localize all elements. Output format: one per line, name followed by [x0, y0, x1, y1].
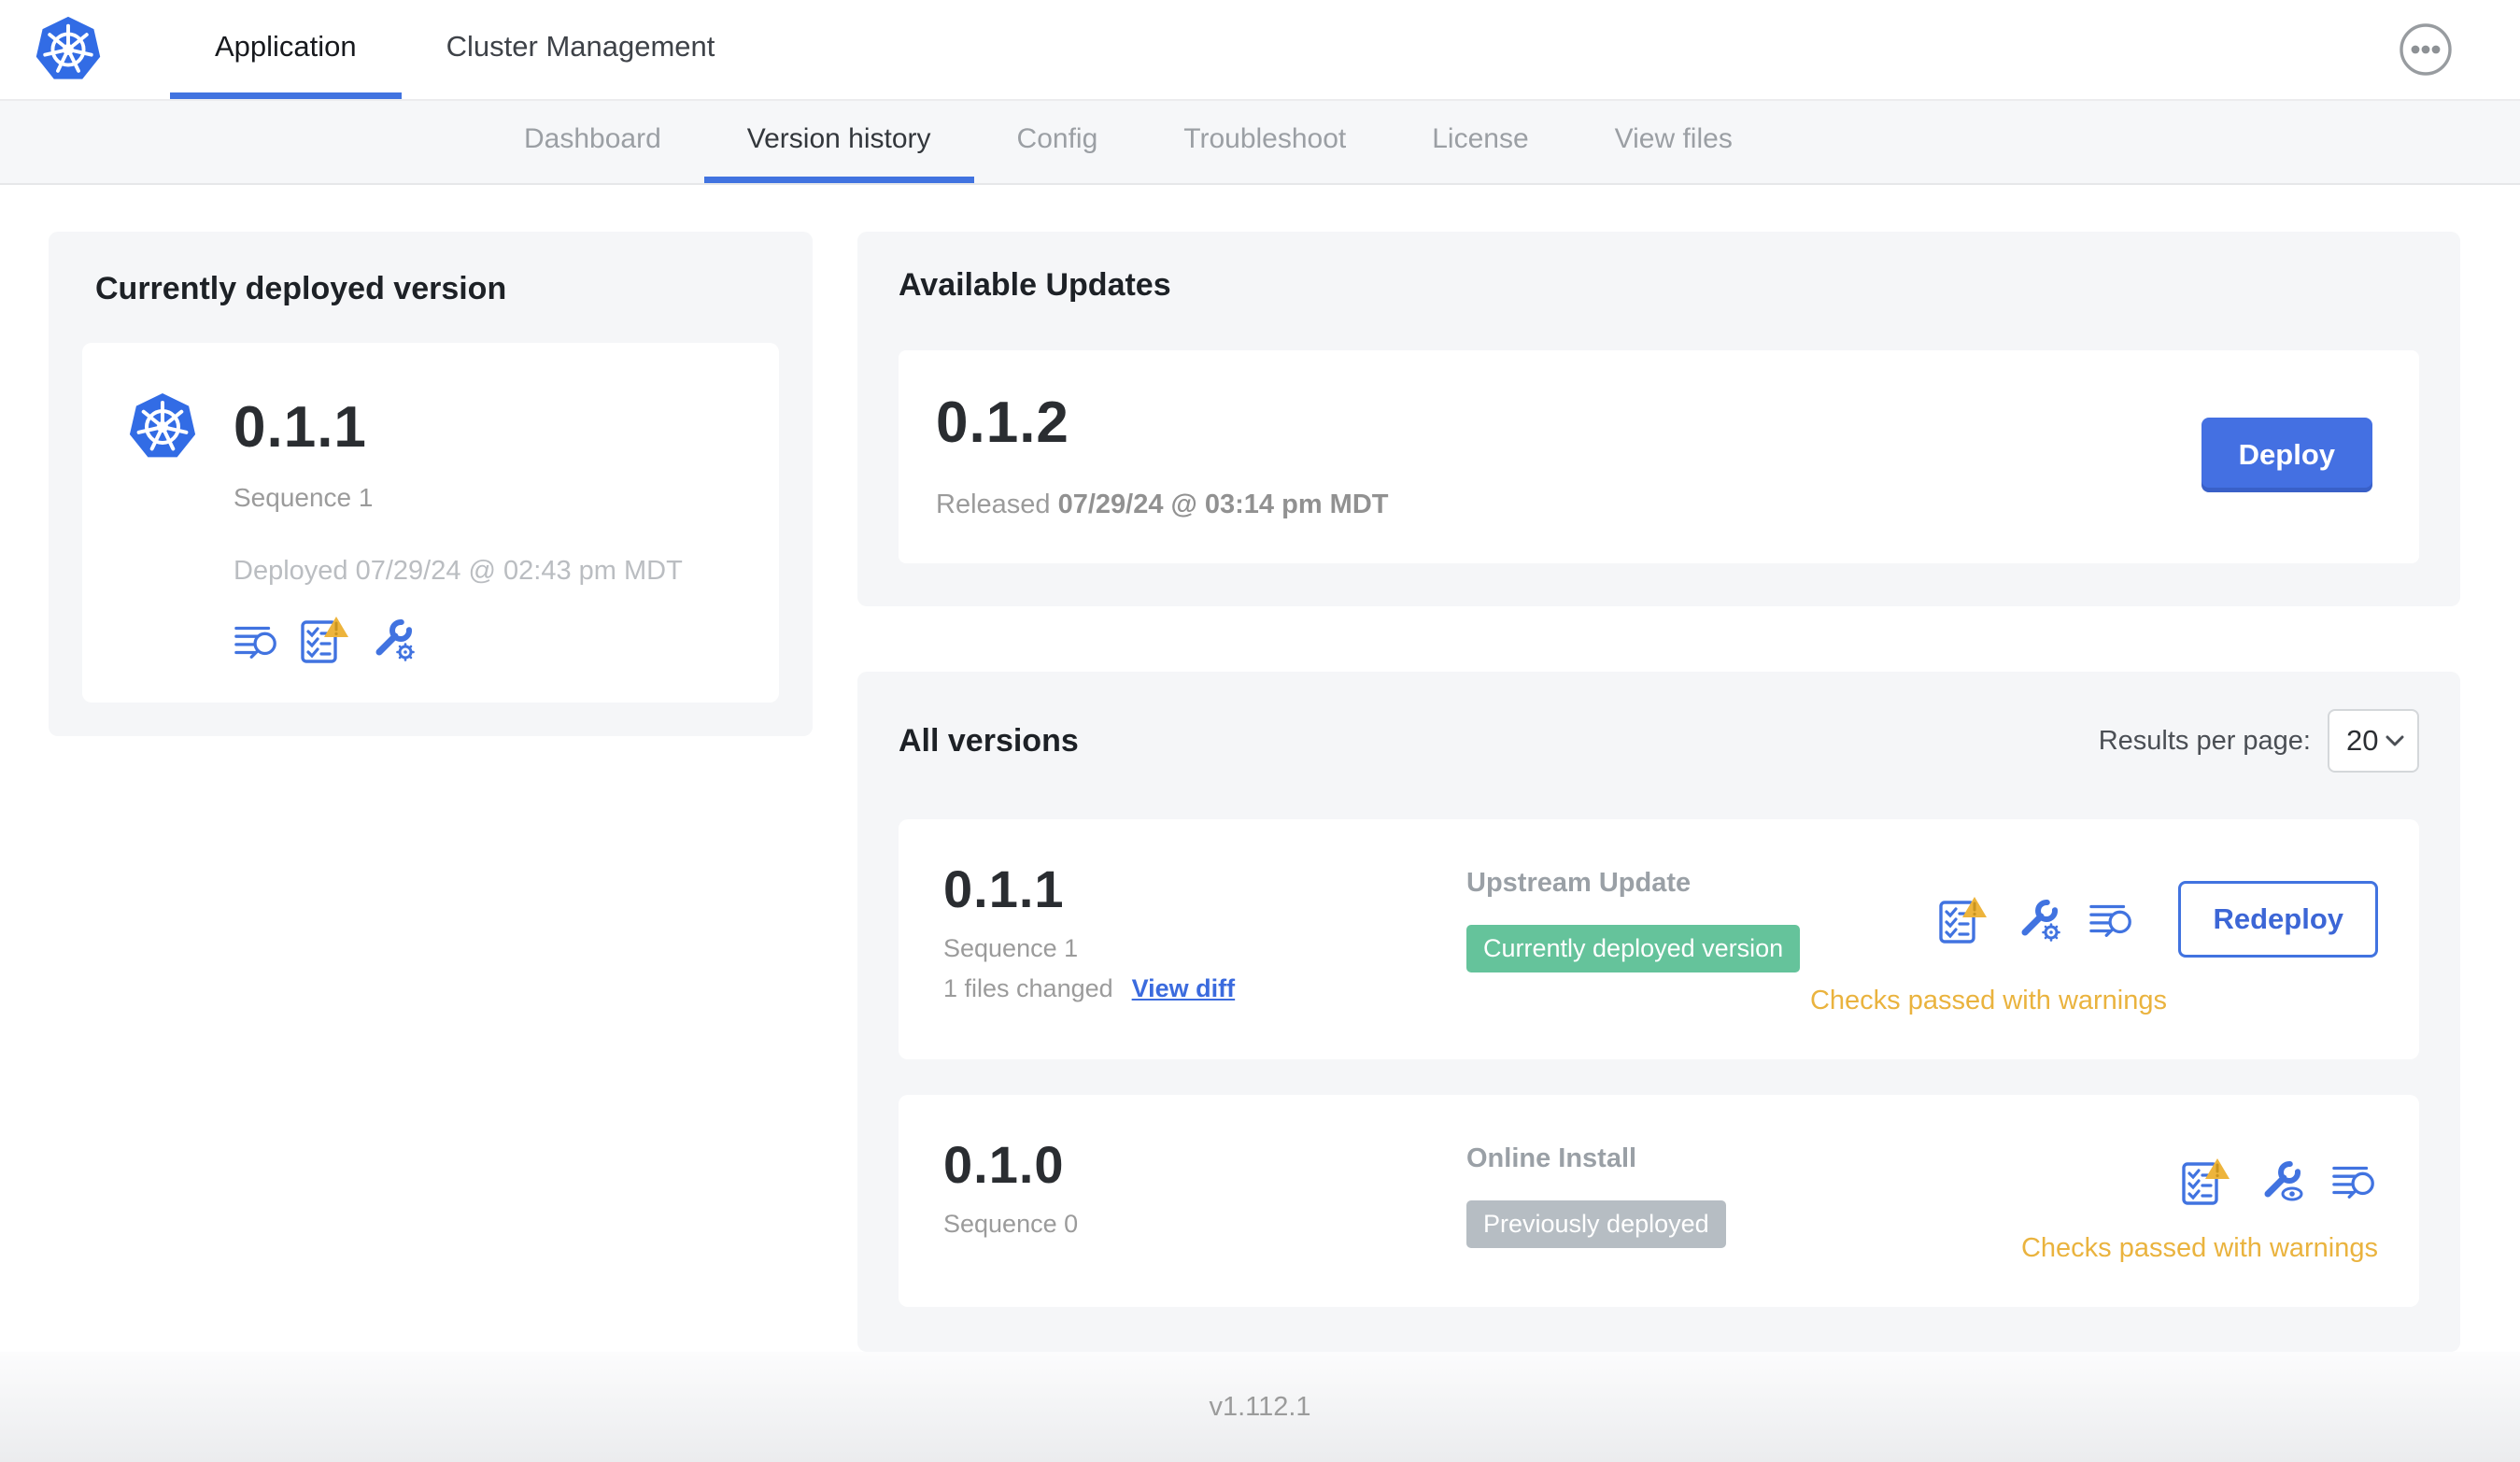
row-action-icons: Redeploy	[1937, 881, 2378, 958]
kubernetes-logo-icon	[34, 14, 103, 81]
results-per-page: Results per page: 20	[2099, 709, 2419, 773]
files-changed-label: 1 files changed	[943, 974, 1113, 1002]
subnav-license[interactable]: License	[1389, 101, 1571, 183]
config-view-icon[interactable]	[2257, 1157, 2305, 1205]
deployed-version-details: Sequence 1 Deployed 07/29/24 @ 02:43 pm …	[234, 464, 742, 663]
version-row-info: 0.1.0 Sequence 0	[943, 1134, 1466, 1239]
row-sequence-label: Sequence 0	[943, 1210, 1079, 1238]
currently-deployed-panel: Currently deployed version 0.1.1 Sequenc…	[49, 232, 813, 736]
tab-application[interactable]: Application	[170, 0, 402, 99]
currently-deployed-card: 0.1.1 Sequence 1 Deployed 07/29/24 @ 02:…	[82, 343, 779, 703]
view-diff-link[interactable]: View diff	[1132, 974, 1236, 1003]
preflight-checks-warning-icon[interactable]	[1937, 895, 1989, 944]
currently-deployed-title: Currently deployed version	[95, 271, 507, 306]
config-gear-icon[interactable]	[368, 615, 417, 663]
row-version-label: 0.1.0	[943, 1135, 1065, 1194]
checks-status-text: Checks passed with warnings	[2020, 1233, 2378, 1263]
deployed-sequence-label: Sequence 1	[234, 483, 374, 512]
available-updates-panel: Available Updates 0.1.2 Released 07/29/2…	[857, 232, 2460, 606]
update-version-label: 0.1.2	[936, 390, 1069, 455]
available-update-card: 0.1.2 Released 07/29/24 @ 03:14 pm MDT D…	[899, 350, 2419, 563]
right-column: Available Updates 0.1.2 Released 07/29/2…	[857, 232, 2460, 1352]
all-versions-title: All versions	[899, 722, 1079, 759]
deployed-timestamp: Deployed 07/29/24 @ 02:43 pm MDT	[234, 556, 683, 586]
ellipsis-icon	[2400, 23, 2452, 76]
row-version-label: 0.1.1	[943, 859, 1065, 918]
all-versions-header: All versions Results per page: 20	[899, 709, 2419, 773]
preflight-checks-warning-icon[interactable]	[2180, 1157, 2231, 1205]
row-sequence-label: Sequence 1	[943, 934, 1079, 962]
chevron-down-icon	[2386, 735, 2404, 746]
config-gear-icon[interactable]	[2014, 895, 2062, 944]
version-row: 0.1.0 Sequence 0 Online Install Previous…	[899, 1095, 2419, 1307]
subnav-version-history[interactable]: Version history	[703, 101, 974, 183]
tab-cluster-management[interactable]: Cluster Management	[402, 0, 760, 99]
checks-status-text: Checks passed with warnings	[1809, 986, 2167, 1015]
row-source-label: Upstream Update	[1466, 868, 1692, 898]
version-row: 0.1.1 Sequence 1 1 files changed View di…	[899, 819, 2419, 1059]
subnav-view-files[interactable]: View files	[1572, 101, 1776, 183]
app-icon	[127, 391, 198, 460]
release-notes-icon[interactable]	[2331, 1158, 2378, 1203]
version-row-actions: Checks passed with warnings	[2021, 1134, 2378, 1264]
console-version-label: v1.112.1	[1209, 1391, 1311, 1422]
top-tabs: Application Cluster Management	[170, 0, 759, 99]
redeploy-button[interactable]: Redeploy	[2178, 881, 2378, 958]
app-subnav: Dashboard Version history Config Trouble…	[0, 101, 2520, 185]
top-bar: Application Cluster Management	[0, 0, 2520, 101]
release-notes-icon[interactable]	[234, 618, 280, 663]
deploy-button[interactable]: Deploy	[2201, 418, 2372, 492]
subnav-config[interactable]: Config	[974, 101, 1141, 183]
available-updates-title: Available Updates	[899, 267, 1171, 303]
main-content: Currently deployed version 0.1.1 Sequenc…	[0, 185, 2520, 1352]
version-row-source: Online Install Previously deployed	[1466, 1134, 2021, 1248]
results-per-page-select[interactable]: 20	[2328, 709, 2419, 773]
overflow-menu-button[interactable]	[2399, 22, 2453, 77]
version-row-actions: Redeploy Checks passed with warnings	[1810, 859, 2378, 1016]
version-row-source: Upstream Update Currently deployed versi…	[1466, 859, 1810, 972]
deployed-version-actions	[234, 615, 742, 663]
row-source-label: Online Install	[1466, 1143, 1637, 1173]
available-update-info: 0.1.2 Released 07/29/24 @ 03:14 pm MDT	[936, 390, 1388, 520]
released-date: 07/29/24 @ 03:14 pm MDT	[1057, 490, 1389, 519]
subnav-dashboard[interactable]: Dashboard	[481, 101, 704, 183]
status-badge: Currently deployed version	[1466, 925, 1801, 972]
released-label: Released	[936, 490, 1051, 519]
version-row-info: 0.1.1 Sequence 1 1 files changed View di…	[943, 859, 1466, 1003]
status-badge: Previously deployed	[1466, 1200, 1726, 1248]
row-files-changed: 1 files changed View diff	[943, 974, 1466, 1003]
update-released-timestamp: Released 07/29/24 @ 03:14 pm MDT	[936, 490, 1388, 520]
preflight-checks-warning-icon[interactable]	[299, 615, 350, 663]
release-notes-icon[interactable]	[2088, 897, 2135, 942]
results-per-page-label: Results per page:	[2098, 725, 2311, 756]
all-versions-panel: All versions Results per page: 20 0.1.1 …	[857, 672, 2460, 1352]
deployed-version-label: 0.1.1	[234, 394, 367, 460]
row-action-icons	[2180, 1157, 2378, 1205]
subnav-troubleshoot[interactable]: Troubleshoot	[1140, 101, 1389, 183]
results-per-page-value: 20	[2346, 724, 2379, 757]
page-footer: v1.112.1	[0, 1352, 2520, 1462]
